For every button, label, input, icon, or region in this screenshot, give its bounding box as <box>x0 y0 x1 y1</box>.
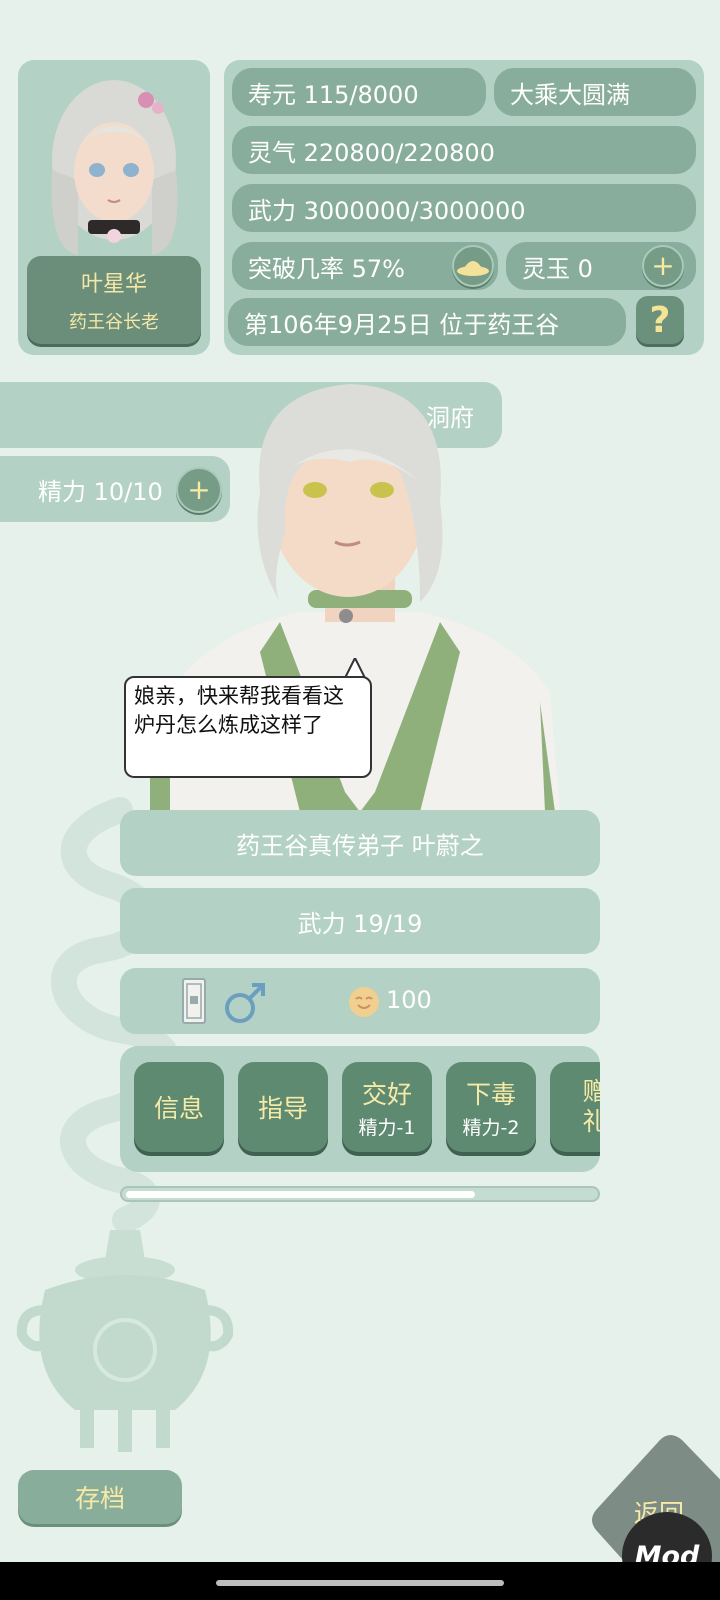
talisman-icon[interactable] <box>182 978 206 1024</box>
npc-name-card: 药王谷真传弟子 叶蔚之 <box>120 810 600 876</box>
gift-button[interactable]: 赠礼 <box>550 1062 600 1152</box>
player-portrait <box>51 80 178 255</box>
gift-button-label: 赠礼 <box>582 1077 600 1136</box>
help-button[interactable]: ? <box>636 296 684 344</box>
save-button-label: 存档 <box>74 1484 125 1513</box>
breakthrough-text: 突破几率 57% <box>248 254 405 283</box>
info-button[interactable]: 信息 <box>134 1062 224 1152</box>
player-name: 叶星华 <box>80 272 147 297</box>
player-name-plate[interactable]: 叶星华 药王谷长老 <box>27 256 201 344</box>
breakthrough-button[interactable] <box>452 245 494 287</box>
action-button-row[interactable]: 信息 指导 交好 精力-1 下毒 精力-2 赠礼 <box>120 1046 600 1172</box>
poison-button[interactable]: 下毒 精力-2 <box>446 1062 536 1152</box>
stats-panel: 寿元 115/8000 大乘大圆满 灵气 220800/220800 武力 30… <box>224 60 704 355</box>
force-stat: 武力 3000000/3000000 <box>232 184 696 232</box>
date-location-stat: 第106年9月25日 位于药王谷 <box>228 298 626 346</box>
qi-text: 灵气 220800/220800 <box>248 138 495 167</box>
info-button-label: 信息 <box>153 1094 204 1123</box>
npc-force-card: 武力 19/19 <box>120 888 600 954</box>
question-icon: ? <box>649 299 671 341</box>
befriend-button-label: 交好 <box>361 1079 412 1109</box>
meditation-hat-icon <box>457 261 489 276</box>
poison-button-label: 下毒 <box>465 1079 516 1109</box>
npc-name: 药王谷真传弟子 叶蔚之 <box>236 831 484 860</box>
guide-button[interactable]: 指导 <box>238 1062 328 1152</box>
mood-smile-icon <box>349 987 379 1017</box>
date-location-text: 第106年9月25日 位于药王谷 <box>244 310 560 339</box>
poison-button-cost: 精力-2 <box>462 1116 520 1139</box>
add-jade-button[interactable]: + <box>642 245 684 287</box>
qi-stat: 灵气 220800/220800 <box>232 126 696 174</box>
energy-text: 精力 10/10 <box>38 477 163 506</box>
befriend-button[interactable]: 交好 精力-1 <box>342 1062 432 1152</box>
befriend-button-cost: 精力-1 <box>358 1116 416 1139</box>
force-text: 武力 3000000/3000000 <box>248 196 526 225</box>
plus-icon: + <box>651 249 675 282</box>
npc-force: 武力 19/19 <box>297 909 423 938</box>
mood-value: 100 <box>386 986 432 1014</box>
home-gesture-pill[interactable] <box>216 1580 504 1586</box>
action-scrollbar[interactable] <box>120 1186 600 1202</box>
male-symbol-icon <box>225 983 265 1023</box>
guide-button-label: 指导 <box>257 1094 308 1123</box>
lifespan-stat: 寿元 115/8000 <box>232 68 486 116</box>
npc-attributes-card: 100 <box>120 968 600 1034</box>
jade-text: 灵玉 0 <box>522 254 593 283</box>
player-profile-card[interactable]: 叶星华 药王谷长老 <box>18 60 210 355</box>
player-title: 药王谷长老 <box>69 312 159 333</box>
save-button[interactable]: 存档 <box>18 1470 182 1524</box>
action-scrollbar-thumb[interactable] <box>126 1191 475 1198</box>
speech-text: 娘亲，快来帮我看看这炉丹怎么炼成这样了 <box>134 684 344 737</box>
realm-text: 大乘大圆满 <box>510 80 630 109</box>
realm-stat: 大乘大圆满 <box>494 68 696 116</box>
lifespan-text: 寿元 115/8000 <box>248 80 419 109</box>
speech-bubble: 娘亲，快来帮我看看这炉丹怎么炼成这样了 <box>124 676 372 778</box>
